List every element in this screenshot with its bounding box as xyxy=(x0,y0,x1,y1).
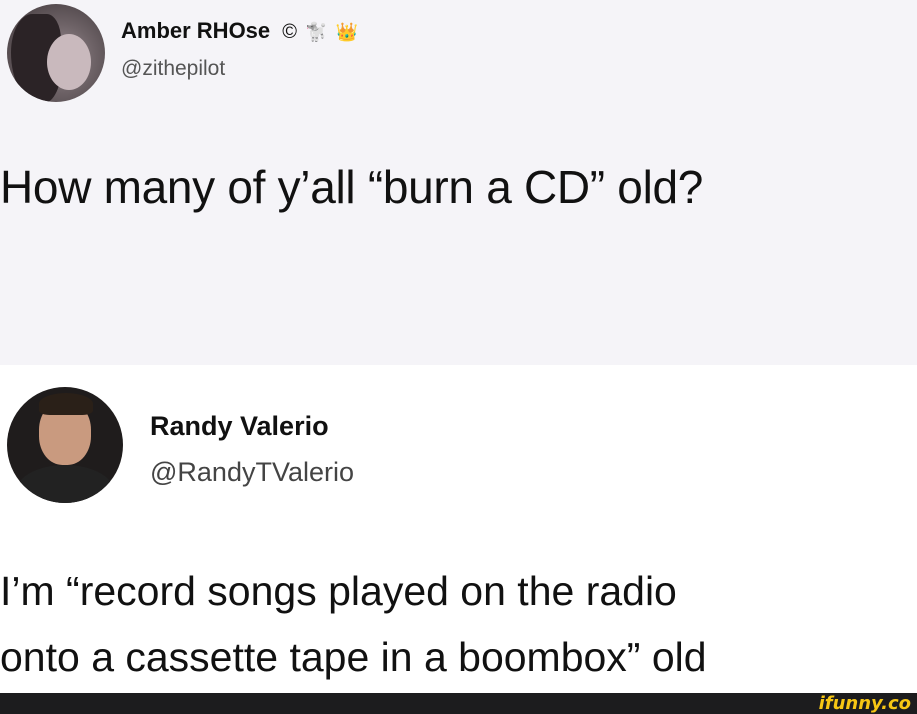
poodle-icon: 🐩 xyxy=(305,22,328,42)
display-name-text: Amber RHOse xyxy=(121,18,271,43)
tweet-text-line-2: onto a cassette tape in a boombox” old xyxy=(0,634,707,680)
avatar-face xyxy=(47,34,91,90)
display-name[interactable]: Randy Valerio xyxy=(150,411,329,442)
tweet-text-line-1: I’m “record songs played on the radio xyxy=(0,568,677,614)
avatar[interactable] xyxy=(7,4,105,102)
ifunny-watermark: ifunny.co xyxy=(818,693,911,714)
avatar-hair xyxy=(39,393,93,415)
avatar[interactable] xyxy=(7,387,123,503)
crown-icon: 👑 xyxy=(335,22,359,42)
tweet-text: How many of y’all “burn a CD” old? xyxy=(0,161,704,213)
copyright-badge: © xyxy=(282,21,298,43)
avatar-shirt xyxy=(17,465,113,503)
user-handle[interactable]: @RandyTValerio xyxy=(150,457,354,488)
name-badges: © 🐩 👑 xyxy=(282,18,358,44)
user-handle[interactable]: @zithepilot xyxy=(121,57,225,81)
watermark-bar: ifunny.co xyxy=(0,693,917,714)
display-name[interactable]: Amber RHOse © 🐩 👑 xyxy=(121,18,358,44)
